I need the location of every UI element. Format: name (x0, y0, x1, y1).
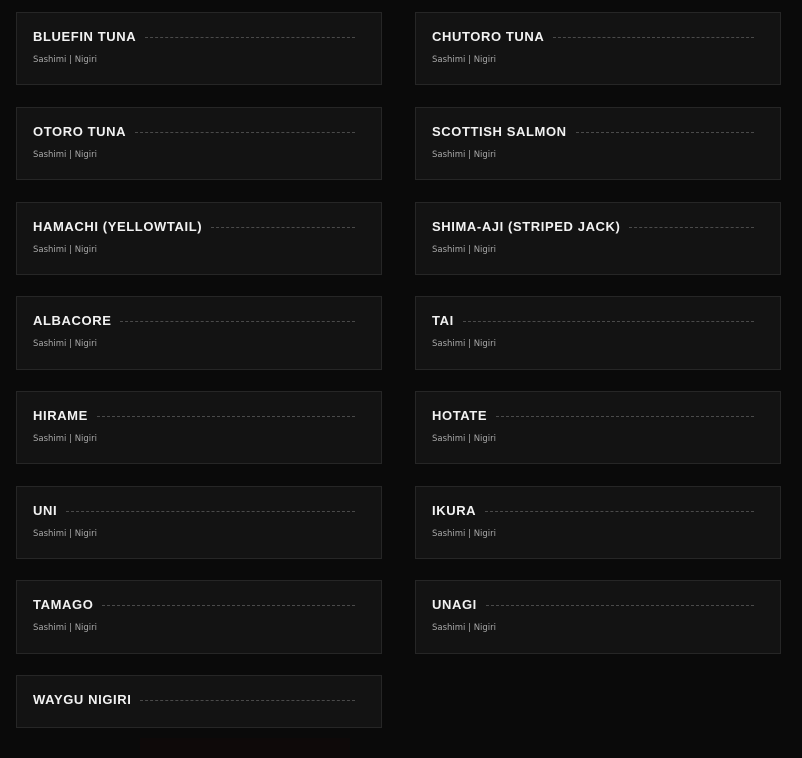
menu-item-name: IKURA (432, 503, 477, 518)
menu-item-title-row: SHIMA-AJI (STRIPED JACK) (432, 219, 754, 234)
menu-item-subtitle: Sashimi | Nigiri (33, 55, 98, 65)
menu-item-title-row: CHUTORO TUNA (432, 29, 754, 44)
menu-item-title-row: TAI (432, 313, 754, 328)
sushi-menu-grid: BLUEFIN TUNA Sashimi | Nigiri CHUTORO TU… (0, 0, 802, 758)
menu-item-card: TAI Sashimi | Nigiri (415, 296, 781, 370)
menu-item-name: HOTATE (432, 408, 488, 423)
menu-item-card: BLUEFIN TUNA Sashimi | Nigiri (16, 12, 382, 85)
dotted-leader (145, 37, 355, 38)
menu-item-subtitle: Sashimi | Nigiri (33, 150, 98, 160)
menu-item-name: BLUEFIN TUNA (33, 29, 137, 44)
menu-item-subtitle: Sashimi | Nigiri (33, 434, 98, 444)
menu-item-title-row: WAYGU NIGIRI (33, 692, 355, 707)
menu-item-title-row: UNI (33, 503, 355, 518)
menu-item-subtitle: Sashimi | Nigiri (432, 434, 497, 444)
menu-item-card: TAMAGO Sashimi | Nigiri (16, 580, 382, 654)
menu-item-name: OTORO TUNA (33, 124, 127, 139)
menu-item-name: TAI (432, 313, 454, 328)
dotted-leader (96, 416, 355, 417)
menu-item-card: OTORO TUNA Sashimi | Nigiri (16, 107, 382, 180)
menu-item-card: HIRAME Sashimi | Nigiri (16, 391, 382, 464)
menu-item-name: SCOTTISH SALMON (432, 124, 567, 139)
menu-item-subtitle: Sashimi | Nigiri (432, 339, 497, 349)
menu-item-title-row: OTORO TUNA (33, 124, 355, 139)
menu-item-card: ALBACORE Sashimi | Nigiri (16, 296, 382, 370)
menu-item-name: TAMAGO (33, 597, 94, 612)
menu-item-card: WAYGU NIGIRI (16, 675, 382, 728)
menu-item-title-row: HAMACHI (YELLOWTAIL) (33, 219, 355, 234)
bottom-shadow (140, 738, 350, 758)
dotted-leader (485, 511, 754, 512)
menu-item-subtitle: Sashimi | Nigiri (432, 55, 497, 65)
menu-item-name: SHIMA-AJI (STRIPED JACK) (432, 219, 621, 234)
menu-item-card: UNAGI Sashimi | Nigiri (415, 580, 781, 654)
menu-item-name: HIRAME (33, 408, 88, 423)
menu-item-card: SCOTTISH SALMON Sashimi | Nigiri (415, 107, 781, 180)
menu-item-title-row: HIRAME (33, 408, 355, 423)
menu-item-title-row: TAMAGO (33, 597, 355, 612)
menu-item-name: CHUTORO TUNA (432, 29, 545, 44)
menu-item-title-row: UNAGI (432, 597, 754, 612)
dotted-leader (140, 700, 355, 701)
menu-item-subtitle: Sashimi | Nigiri (33, 339, 98, 349)
menu-item-subtitle: Sashimi | Nigiri (33, 245, 98, 255)
menu-item-subtitle: Sashimi | Nigiri (432, 529, 497, 539)
menu-item-subtitle: Sashimi | Nigiri (432, 623, 497, 633)
menu-item-card: IKURA Sashimi | Nigiri (415, 486, 781, 559)
menu-item-subtitle: Sashimi | Nigiri (432, 245, 497, 255)
menu-item-name: WAYGU NIGIRI (33, 692, 132, 707)
menu-item-subtitle: Sashimi | Nigiri (33, 623, 98, 633)
menu-item-subtitle: Sashimi | Nigiri (432, 150, 497, 160)
menu-item-title-row: BLUEFIN TUNA (33, 29, 355, 44)
dotted-leader (575, 132, 754, 133)
dotted-leader (553, 37, 754, 38)
menu-item-name: ALBACORE (33, 313, 112, 328)
dotted-leader (135, 132, 355, 133)
menu-item-title-row: IKURA (432, 503, 754, 518)
menu-item-name: HAMACHI (YELLOWTAIL) (33, 219, 203, 234)
dotted-leader (485, 605, 754, 606)
menu-item-card: HAMACHI (YELLOWTAIL) Sashimi | Nigiri (16, 202, 382, 275)
menu-item-title-row: HOTATE (432, 408, 754, 423)
menu-item-title-row: ALBACORE (33, 313, 355, 328)
dotted-leader (496, 416, 754, 417)
dotted-leader (66, 511, 355, 512)
menu-item-name: UNI (33, 503, 58, 518)
menu-item-card: UNI Sashimi | Nigiri (16, 486, 382, 559)
menu-item-subtitle: Sashimi | Nigiri (33, 529, 98, 539)
menu-item-name: UNAGI (432, 597, 477, 612)
menu-item-card: SHIMA-AJI (STRIPED JACK) Sashimi | Nigir… (415, 202, 781, 275)
dotted-leader (462, 321, 754, 322)
dotted-leader (120, 321, 355, 322)
dotted-leader (211, 227, 355, 228)
menu-item-title-row: SCOTTISH SALMON (432, 124, 754, 139)
menu-item-card: HOTATE Sashimi | Nigiri (415, 391, 781, 464)
menu-item-card: CHUTORO TUNA Sashimi | Nigiri (415, 12, 781, 85)
dotted-leader (102, 605, 355, 606)
dotted-leader (629, 227, 754, 228)
